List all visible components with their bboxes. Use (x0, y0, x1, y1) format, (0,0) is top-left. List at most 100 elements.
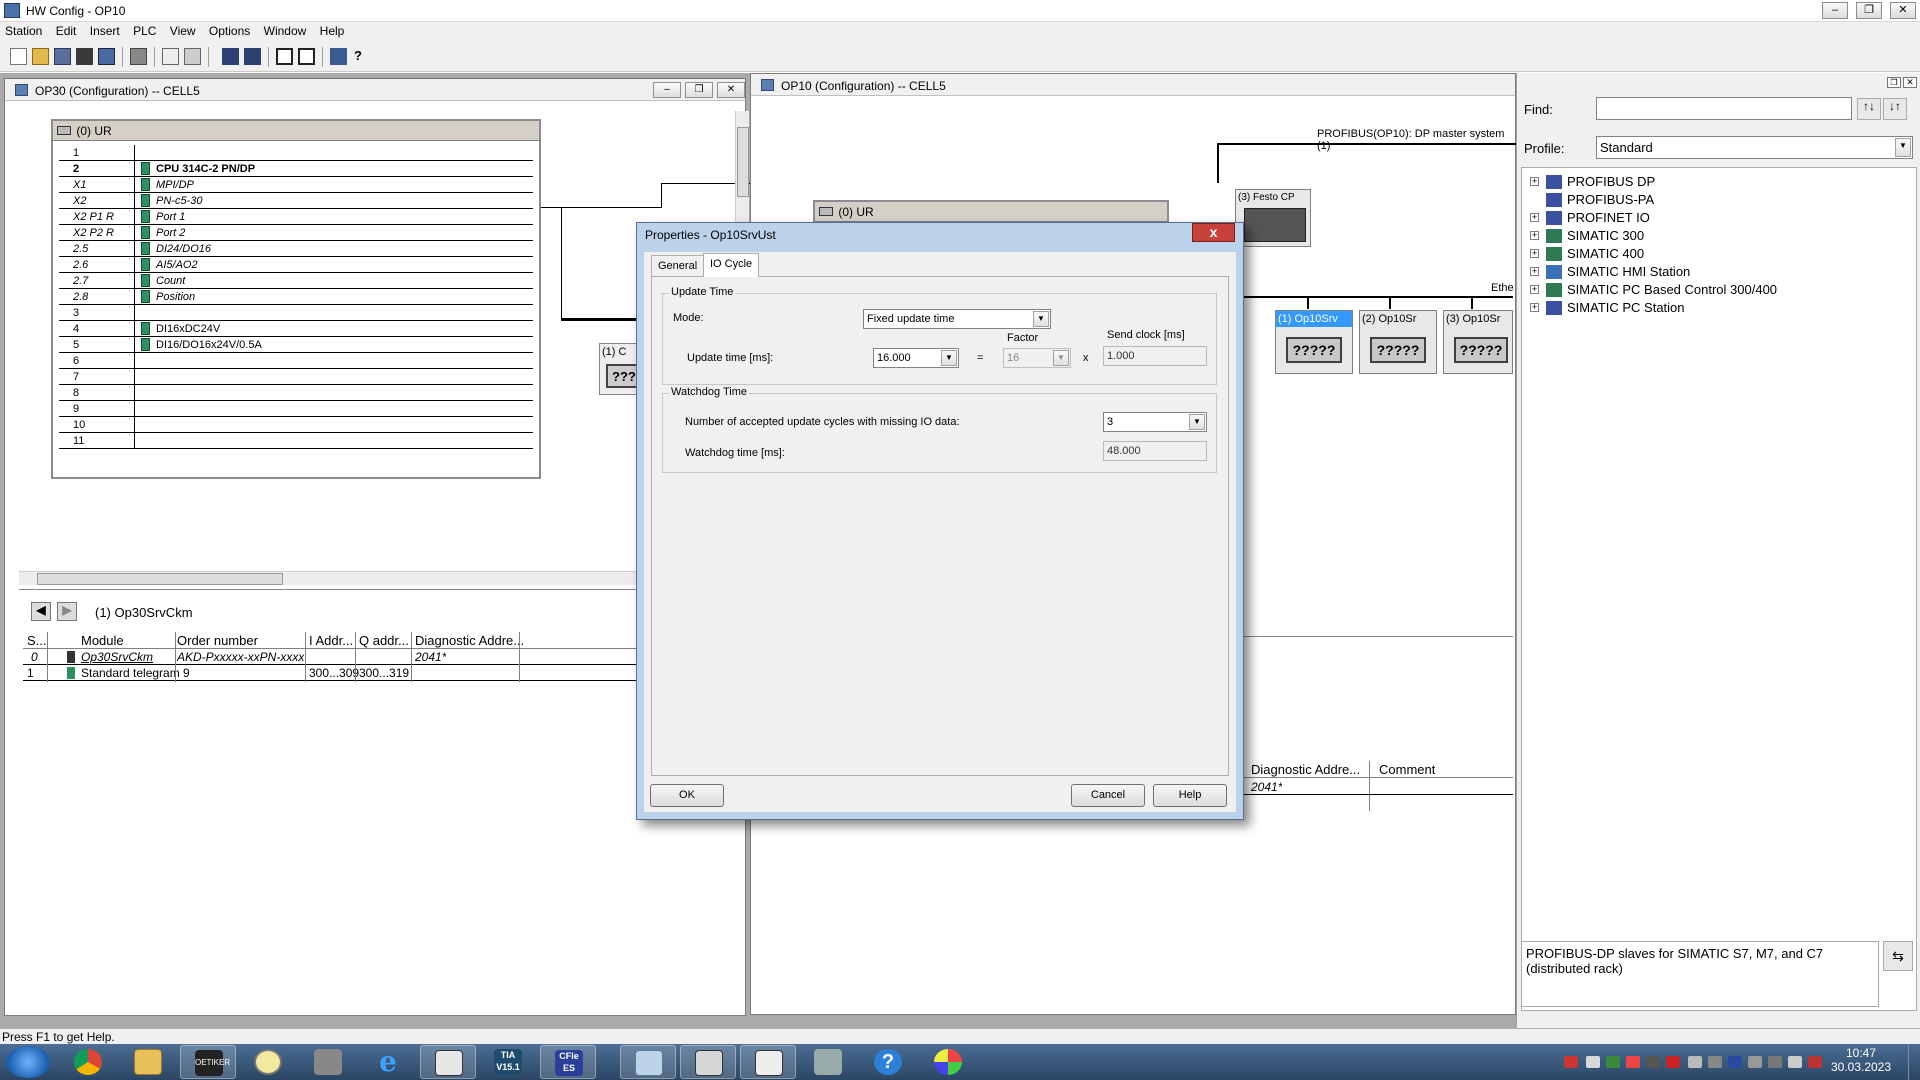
new-icon[interactable] (10, 48, 27, 65)
tray-icon[interactable] (1626, 1056, 1640, 1068)
tab-general[interactable]: General (651, 255, 705, 276)
rack-row[interactable]: 2.6 AI5/AO2 (59, 257, 533, 273)
catalog-restore-button[interactable]: ❐ (1887, 77, 1901, 88)
rack-row[interactable]: 2.7 Count (59, 273, 533, 289)
rack-row[interactable]: 5 DI16/DO16x24V/0.5A (59, 337, 533, 353)
col-diagnostic-address[interactable]: Diagnostic Addre... (415, 633, 524, 648)
table-row[interactable]: 1 Standard telegram 9 300...309 300...31… (23, 665, 735, 681)
col-module[interactable]: Module (81, 633, 124, 648)
expand-icon[interactable]: + (1530, 285, 1539, 294)
tray-icon[interactable] (1748, 1056, 1762, 1068)
station-icon[interactable] (54, 48, 71, 65)
taskbar-robot[interactable] (300, 1045, 356, 1079)
taskbar-tools[interactable] (800, 1045, 856, 1079)
festo-cp-node[interactable]: (3) Festo CP (1235, 189, 1311, 247)
tray-icon[interactable] (1666, 1056, 1680, 1068)
menu-station[interactable]: Station (0, 22, 47, 38)
help-button[interactable]: Help (1153, 784, 1227, 807)
tray-icon[interactable] (1646, 1056, 1660, 1068)
tray-icon[interactable] (1564, 1056, 1578, 1068)
print-icon[interactable] (130, 48, 147, 65)
taskbar-paint[interactable] (920, 1045, 976, 1079)
rack-row[interactable]: 2.8 Position (59, 289, 533, 305)
cycles-select[interactable]: 3 ▼ (1103, 412, 1207, 432)
table-row[interactable]: 0 Op30SrvCkm AKD-Pxxxxx-xxPN-xxxx 2041* (23, 649, 735, 665)
tray-icon[interactable] (1708, 1056, 1722, 1068)
expand-icon[interactable]: + (1530, 177, 1539, 186)
taskbar-calculator[interactable] (620, 1045, 676, 1079)
menu-options[interactable]: Options (204, 22, 255, 38)
find-next-icon[interactable]: ↑↓ (1857, 98, 1881, 120)
rack-row[interactable]: 8 (59, 385, 533, 401)
find-input[interactable] (1596, 97, 1852, 120)
show-desktop-button[interactable] (1908, 1044, 1920, 1080)
network-tray-icon[interactable] (1768, 1056, 1782, 1068)
restore-button[interactable]: ❐ (1856, 2, 1882, 19)
device-node-op10srv3[interactable]: (3) Op10Sr ????? (1443, 310, 1513, 374)
col-slot[interactable]: S... (27, 633, 47, 648)
rack-row[interactable]: X2 P1 R Port 1 (59, 209, 533, 225)
taskbar-chrome[interactable] (60, 1045, 116, 1079)
taskbar-explorer[interactable] (120, 1045, 176, 1079)
op30-restore-button[interactable]: ❐ (685, 82, 713, 98)
taskbar-search-tool[interactable] (240, 1045, 296, 1079)
profile-select[interactable]: Standard ▼ (1596, 136, 1913, 159)
signal-icon[interactable] (1688, 1056, 1702, 1068)
volume-icon[interactable] (1788, 1056, 1802, 1068)
expand-icon[interactable]: + (1530, 231, 1539, 240)
rack-row[interactable]: X2 PN-c5-30 (59, 193, 533, 209)
menu-view[interactable]: View (165, 22, 201, 38)
expand-icon[interactable]: + (1530, 303, 1539, 312)
save-icon[interactable] (76, 48, 93, 65)
dialog-close-button[interactable]: x (1192, 223, 1235, 242)
rack-row[interactable]: 11 (59, 433, 533, 449)
taskbar-tia[interactable]: TIA V15.1 (480, 1045, 536, 1079)
col-order-number[interactable]: Order number (177, 633, 258, 648)
cancel-button[interactable]: Cancel (1071, 784, 1145, 807)
save-compile-icon[interactable] (98, 48, 115, 65)
expand-icon[interactable]: + (1530, 213, 1539, 222)
start-button-icon[interactable] (6, 1046, 50, 1078)
catalog-toggle-icon[interactable] (276, 48, 293, 65)
forward-arrow-icon[interactable]: ▶ (57, 602, 77, 621)
rack-row[interactable]: 9 (59, 401, 533, 417)
rack-row[interactable]: X2 P2 R Port 2 (59, 225, 533, 241)
expand-icon[interactable]: + (1530, 249, 1539, 258)
rack-row[interactable]: 2 CPU 314C-2 PN/DP (59, 161, 533, 177)
download-icon[interactable] (222, 48, 239, 65)
close-button[interactable]: ✕ (1890, 2, 1916, 19)
taskbar-hwconfig[interactable] (740, 1045, 796, 1079)
col-comment[interactable]: Comment (1379, 762, 1435, 777)
taskbar-help[interactable]: ? (860, 1045, 916, 1079)
rack-row[interactable]: 7 (59, 369, 533, 385)
mode-select[interactable]: Fixed update time ▼ (863, 309, 1051, 329)
rack-row[interactable]: 3 (59, 305, 533, 321)
taskbar-oetiker[interactable]: OETIKER (180, 1045, 236, 1079)
menu-plc[interactable]: PLC (128, 22, 161, 38)
update-time-select[interactable]: 16.000 ▼ (873, 348, 959, 368)
partial-device-node[interactable]: (1) C ??? (599, 343, 640, 395)
taskbar-netpro[interactable] (680, 1045, 736, 1079)
rack-row[interactable]: 4 DI16xDC24V (59, 321, 533, 337)
upload-icon[interactable] (244, 48, 261, 65)
clock[interactable]: 10:47 30.03.2023 (1826, 1046, 1896, 1074)
tray-icon[interactable] (1606, 1056, 1620, 1068)
menu-edit[interactable]: Edit (51, 22, 82, 38)
taskbar-ie[interactable]: e (360, 1045, 416, 1079)
tray-icon[interactable] (1586, 1056, 1600, 1068)
info-toggle-icon[interactable]: ⇆ (1883, 941, 1913, 971)
taskbar-cfle[interactable]: CFle ES (540, 1045, 596, 1079)
minimize-button[interactable]: – (1822, 2, 1848, 19)
menu-window[interactable]: Window (259, 22, 312, 38)
tray-icon[interactable] (1728, 1056, 1742, 1068)
paste-icon[interactable] (184, 48, 201, 65)
flag-icon[interactable] (1808, 1056, 1822, 1068)
rack-row[interactable]: X1 MPI/DP (59, 177, 533, 193)
rack-row[interactable]: 6 (59, 353, 533, 369)
window-icon[interactable] (298, 48, 315, 65)
device-node-op10srv1[interactable]: (1) Op10Srv ????? (1275, 310, 1353, 374)
back-arrow-icon[interactable]: ◀ (31, 602, 51, 621)
open-folder-icon[interactable] (32, 48, 49, 65)
copy-icon[interactable] (162, 48, 179, 65)
tab-io-cycle[interactable]: IO Cycle (703, 253, 760, 277)
